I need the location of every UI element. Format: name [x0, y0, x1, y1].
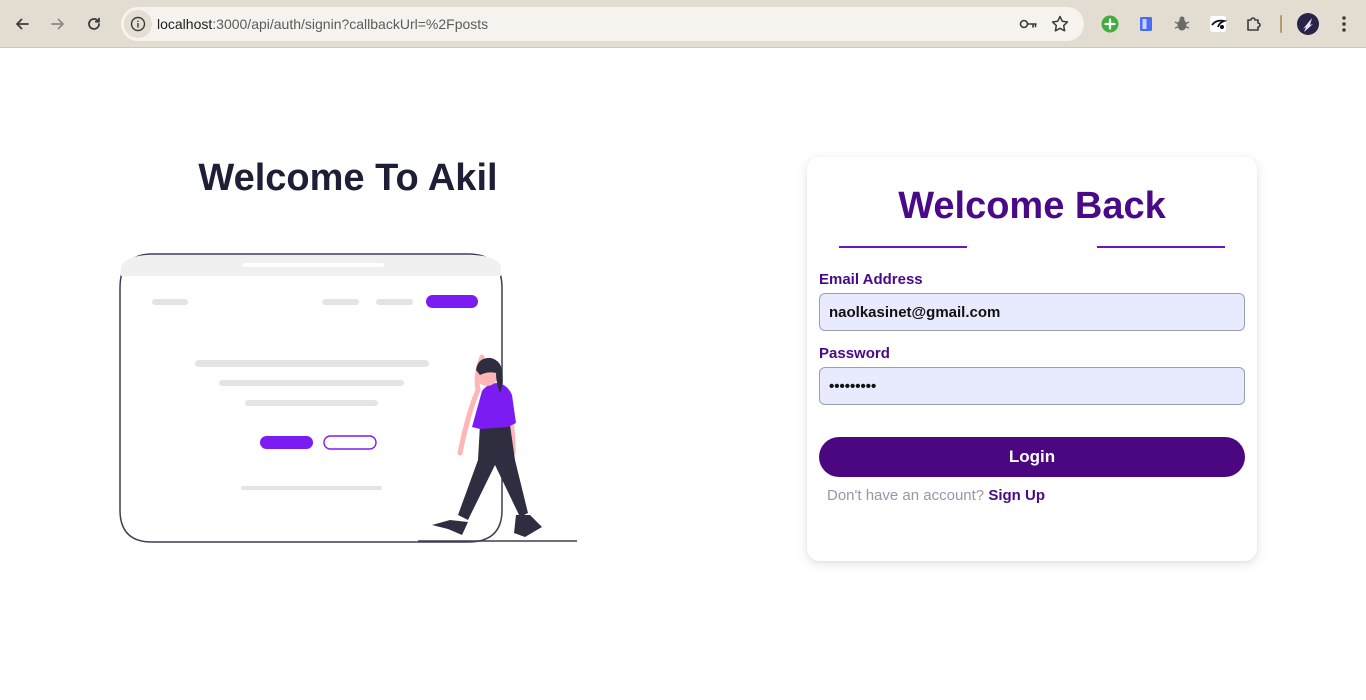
email-field[interactable] — [819, 293, 1245, 331]
signup-row: Don't have an account? Sign Up — [827, 487, 1045, 504]
profile-avatar-icon — [1297, 13, 1319, 35]
forward-button[interactable] — [44, 10, 72, 38]
blue-extension-icon — [1140, 17, 1152, 31]
login-illustration — [119, 253, 577, 543]
extension-green[interactable] — [1098, 12, 1122, 36]
url-text[interactable]: localhost:3000/api/auth/signin?callbackU… — [157, 16, 488, 32]
password-label: Password — [819, 345, 890, 362]
arrow-left-icon — [16, 18, 29, 30]
arrow-right-icon — [51, 18, 64, 30]
toolbar-separator — [1280, 15, 1282, 33]
kebab-menu-icon — [1342, 16, 1346, 32]
browser-toolbar: localhost:3000/api/auth/signin?callbackU… — [0, 0, 1366, 48]
email-label: Email Address — [819, 271, 923, 288]
title-divider-right — [1097, 246, 1225, 248]
login-title: Welcome Back — [898, 185, 1166, 227]
extension-bug[interactable] — [1170, 12, 1194, 36]
puzzle-icon — [1247, 17, 1261, 31]
reload-button[interactable] — [80, 10, 108, 38]
key-icon — [1019, 19, 1037, 29]
back-button[interactable] — [8, 10, 36, 38]
reload-icon — [88, 17, 100, 30]
title-divider-left — [839, 246, 967, 248]
login-card: Welcome Back Email Address Password Logi… — [807, 157, 1257, 561]
green-plus-extension-icon — [1101, 15, 1119, 33]
extension-bird[interactable] — [1206, 12, 1230, 36]
profile-button[interactable] — [1296, 12, 1320, 36]
hero-title: Welcome To Akil — [198, 157, 498, 199]
signup-link[interactable]: Sign Up — [988, 487, 1045, 504]
extensions-button[interactable] — [1242, 12, 1266, 36]
bookmark-button[interactable] — [1048, 12, 1072, 36]
menu-button[interactable] — [1332, 12, 1356, 36]
login-button[interactable]: Login — [819, 437, 1245, 477]
signup-prompt: Don't have an account? — [827, 487, 985, 504]
star-icon — [1051, 15, 1069, 32]
url-host: localhost — [157, 16, 213, 32]
password-key-button[interactable] — [1016, 12, 1040, 36]
site-info-icon — [130, 16, 146, 32]
url-path: :3000/api/auth/signin?callbackUrl=%2Fpos… — [212, 16, 489, 32]
extension-blue[interactable] — [1134, 12, 1158, 36]
bug-extension-icon — [1174, 16, 1190, 31]
bird-extension-icon — [1209, 15, 1228, 33]
password-field[interactable] — [819, 367, 1245, 405]
site-info-button[interactable] — [124, 10, 152, 38]
address-bar[interactable]: localhost:3000/api/auth/signin?callbackU… — [121, 7, 1084, 41]
